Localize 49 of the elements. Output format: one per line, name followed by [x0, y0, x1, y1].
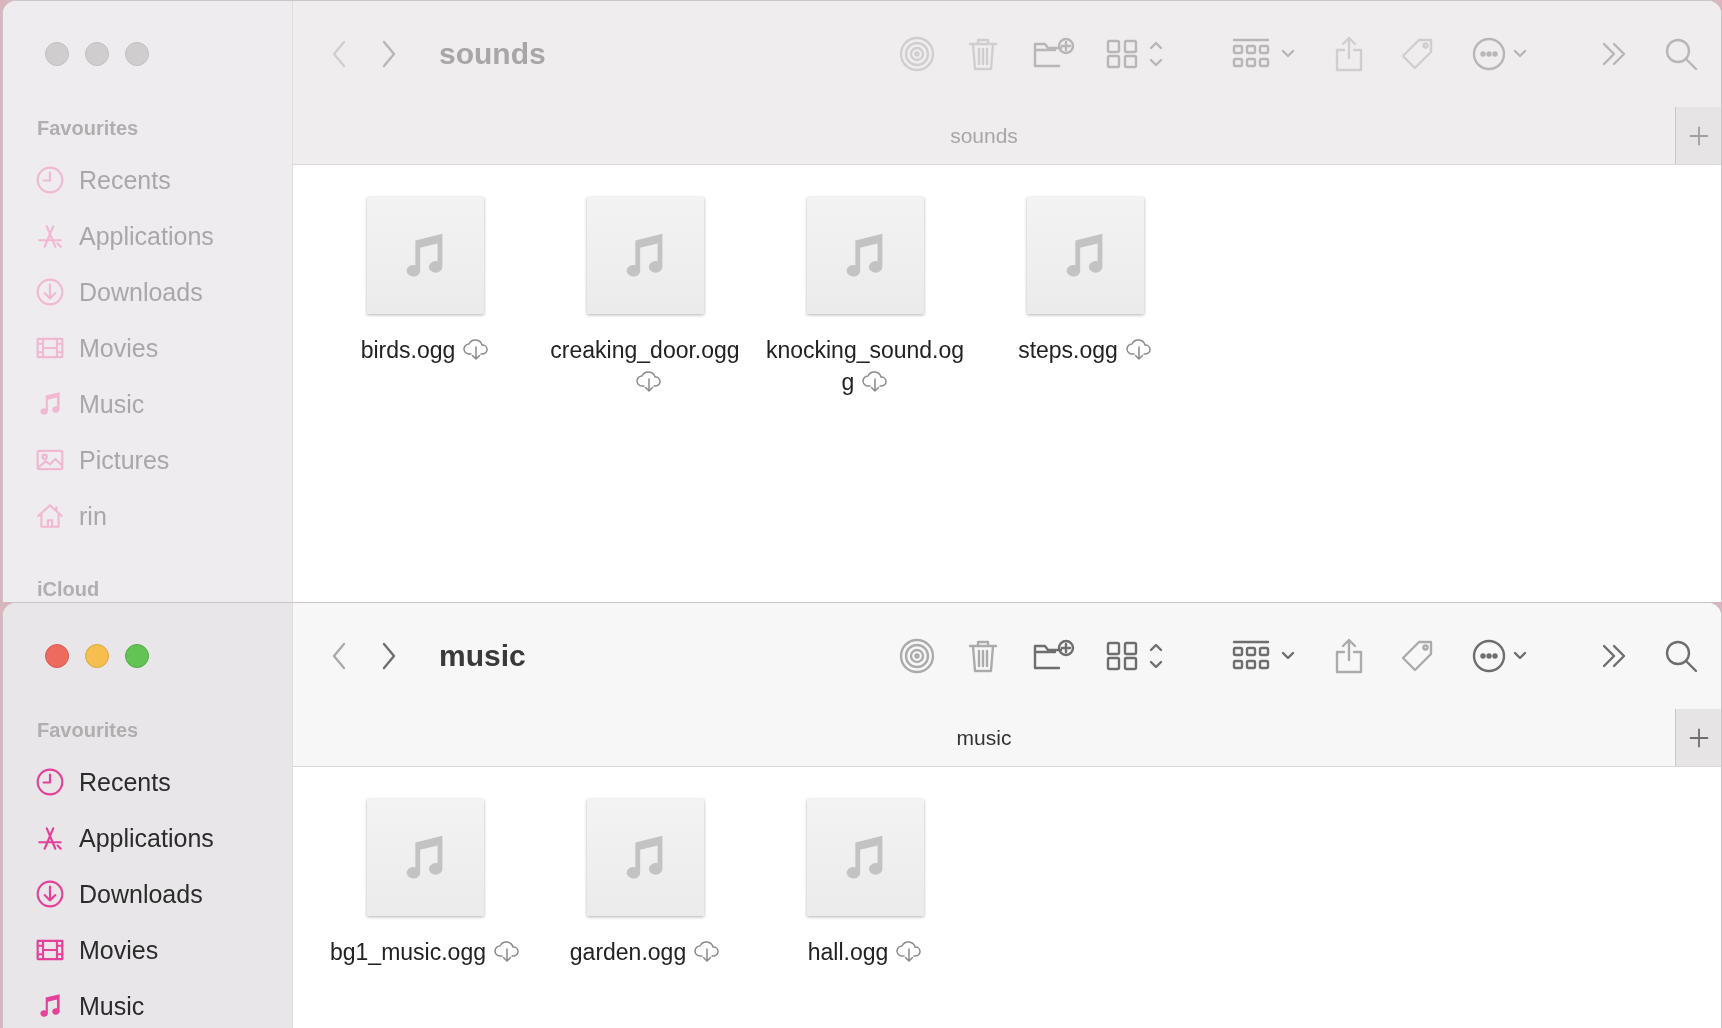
minimize-button[interactable] — [85, 42, 109, 66]
file-name[interactable]: knocking_sound.ogg — [765, 334, 965, 398]
sidebar-item[interactable]: Music — [35, 978, 292, 1028]
plus-icon — [1687, 726, 1710, 749]
cloud-download-icon — [463, 338, 490, 360]
close-button[interactable] — [45, 42, 69, 66]
file-name[interactable]: steps.ogg — [985, 334, 1185, 366]
sidebar-item[interactable]: Movies — [35, 922, 292, 978]
house-icon — [35, 501, 65, 531]
sidebar-item[interactable]: Downloads — [35, 866, 292, 922]
zoom-button[interactable] — [125, 644, 149, 668]
audio-file-icon[interactable] — [806, 197, 924, 314]
new-tab-button[interactable] — [1675, 709, 1721, 766]
sidebar-heading: Favourites — [37, 719, 140, 742]
download-icon — [35, 277, 65, 307]
download-icon — [35, 879, 65, 909]
airdrop-icon[interactable] — [899, 638, 935, 674]
airdrop-icon[interactable] — [899, 36, 935, 72]
file-name[interactable]: birds.ogg — [325, 334, 525, 366]
clock-icon — [35, 165, 65, 195]
cloud-download-icon — [862, 370, 889, 392]
plus-icon — [1687, 124, 1710, 147]
file-name[interactable]: creaking_door.ogg — [545, 334, 745, 398]
audio-file-icon[interactable] — [366, 197, 484, 314]
sidebar-item[interactable]: Recents — [35, 754, 292, 810]
clock-icon — [35, 767, 65, 797]
search-icon[interactable] — [1663, 638, 1699, 674]
zoom-button[interactable] — [125, 42, 149, 66]
minimize-button[interactable] — [85, 644, 109, 668]
audio-file-icon[interactable] — [366, 799, 484, 916]
file-name[interactable]: bg1_music.ogg — [325, 936, 525, 968]
sidebar-heading: Favourites — [37, 117, 140, 140]
sidebar-item[interactable]: Applications — [35, 810, 292, 866]
window-title: music — [439, 639, 526, 673]
file-name[interactable]: hall.ogg — [765, 936, 965, 968]
window-title: sounds — [439, 37, 546, 71]
audio-file-icon[interactable] — [586, 799, 704, 916]
cloud-download-icon — [494, 940, 520, 962]
close-button[interactable] — [45, 644, 69, 668]
audio-file-icon[interactable] — [586, 197, 704, 314]
sidebar-heading: iCloud — [37, 578, 101, 601]
file-name[interactable]: garden.ogg — [545, 936, 745, 968]
cloud-download-icon — [1125, 338, 1152, 360]
audio-file-icon[interactable] — [806, 799, 924, 916]
cloud-download-icon — [896, 940, 923, 962]
audio-file-icon[interactable] — [1026, 197, 1144, 314]
new-tab-button[interactable] — [1675, 107, 1721, 164]
cloud-download-icon — [694, 940, 721, 962]
cloud-download-icon — [636, 370, 662, 392]
